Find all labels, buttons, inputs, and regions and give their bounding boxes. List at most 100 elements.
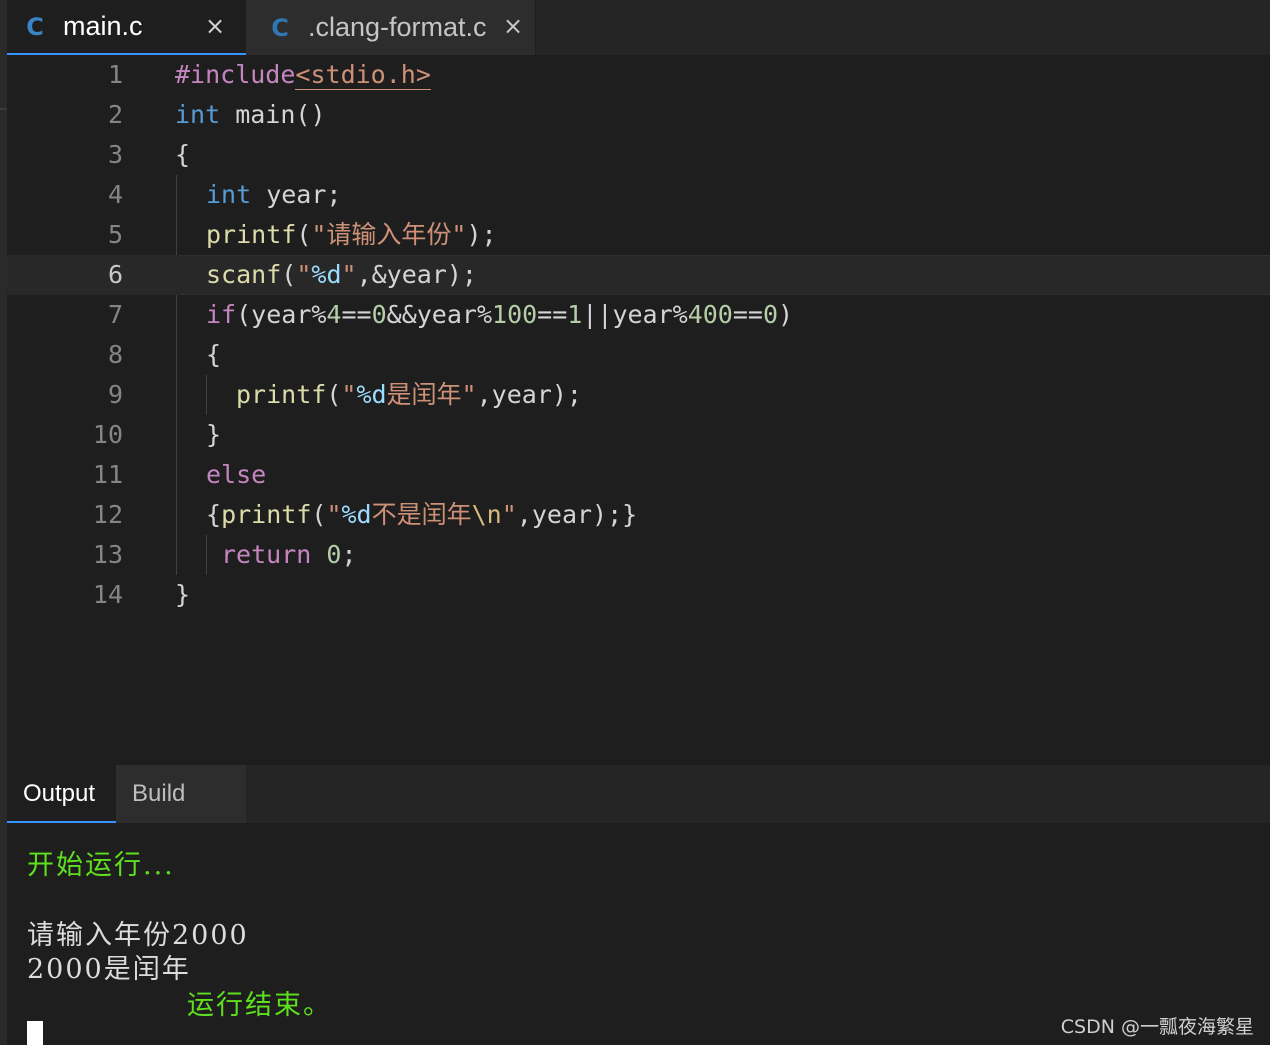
code-text: ) (778, 300, 794, 329)
number-literal: 1 (567, 300, 583, 329)
string-quote: " (501, 500, 517, 529)
code-text: ,year);} (516, 500, 638, 529)
string-literal: "请输入年份" (311, 220, 467, 249)
number-literal: 0 (371, 300, 387, 329)
close-icon[interactable]: × (205, 12, 225, 40)
watermark: CSDN @一瓢夜海繁星 (1060, 1016, 1254, 1038)
code-text: ( (296, 220, 312, 249)
line-number: 8 (107, 340, 123, 369)
tab-label: .clang-format.c (308, 12, 487, 42)
line-number: 5 (107, 220, 123, 249)
code-line-3[interactable]: 3 { (7, 135, 1270, 175)
format-specifier: %d (356, 380, 387, 409)
editor-tab-bar: C main.c × C .clang-format.c × (7, 0, 1270, 55)
terminal-cursor (27, 1021, 43, 1045)
c-language-icon: C (26, 12, 44, 41)
line-number: 2 (107, 100, 123, 129)
strip-marker (0, 108, 7, 110)
code-text: ,year); (476, 380, 582, 409)
number-literal: 0 (762, 300, 779, 329)
panel-tab-bar: Output Build Log (7, 765, 1270, 865)
preprocessor-directive: #include (175, 60, 296, 89)
output-result-line: 2000是闰年 (27, 954, 191, 985)
code-text: == (341, 300, 372, 329)
code-line-9[interactable]: 9 printf("%d是闰年",year); (7, 375, 1270, 415)
line-number: 12 (92, 500, 123, 529)
tab-clang-format-c[interactable]: C .clang-format.c × (246, 0, 536, 55)
tab-output[interactable]: Output (7, 765, 116, 823)
output-end-line: 运行结束。 (187, 990, 332, 1021)
code-text: == (732, 300, 763, 329)
code-text: == (537, 300, 568, 329)
code-line-1[interactable]: 1 #include<stdio.h> (7, 55, 1270, 95)
code-line-2[interactable]: 2 int main() (7, 95, 1270, 135)
type-keyword: int (175, 100, 221, 129)
format-specifier: %d (341, 500, 372, 529)
string-literal: 不是闰年 (371, 500, 472, 529)
string-literal: 是闰年" (386, 380, 477, 409)
code-text: { (175, 140, 191, 169)
code-line-8[interactable]: 8 { (7, 335, 1270, 375)
number-literal: 100 (492, 300, 538, 329)
line-number: 10 (92, 420, 123, 449)
c-language-icon: C (271, 13, 289, 42)
tab-label: main.c (63, 11, 143, 41)
code-text: { (206, 500, 222, 529)
string-quote: " (341, 380, 357, 409)
line-number: 11 (92, 460, 123, 489)
function-name: printf (236, 380, 327, 409)
close-icon[interactable]: × (503, 12, 523, 40)
code-text: ,&year); (356, 260, 477, 289)
code-line-7[interactable]: 7 if(year%4==0&&year%100==1||year%400==0… (7, 295, 1270, 335)
number-literal: 4 (326, 300, 342, 329)
tab-main-c[interactable]: C main.c × (7, 0, 246, 55)
function-name: scanf (206, 260, 282, 289)
code-text: ( (281, 260, 297, 289)
code-text: } (206, 420, 222, 449)
code-text: ); (466, 220, 497, 249)
number-literal: 0 (326, 540, 342, 569)
code-line-10[interactable]: 10 } (7, 415, 1270, 455)
include-header: <stdio.h> (295, 60, 431, 90)
code-line-6-current[interactable]: 6 scanf("%d",&year); (7, 255, 1270, 295)
code-line-13[interactable]: 13 return 0; (7, 535, 1270, 575)
code-text: year; (251, 180, 342, 209)
line-number: 4 (107, 180, 123, 209)
function-name: printf (221, 500, 312, 529)
code-text: } (175, 580, 191, 609)
code-line-11[interactable]: 11 else (7, 455, 1270, 495)
tab-build-log[interactable]: Build Log (116, 765, 246, 865)
escape-sequence: \n (471, 500, 502, 529)
code-text: &&year% (386, 300, 493, 329)
code-text: main() (220, 100, 326, 129)
line-number: 1 (107, 60, 123, 89)
code-text: (year% (236, 300, 327, 329)
control-keyword: else (206, 460, 267, 489)
line-number: 13 (92, 540, 123, 569)
function-name: printf (206, 220, 297, 249)
code-text: { (206, 340, 222, 369)
line-number: 3 (107, 140, 123, 169)
code-text: ||year% (582, 300, 688, 329)
code-editor[interactable]: 1 #include<stdio.h> 2 int main() 3 { 4 i… (7, 55, 1270, 765)
output-start-line: 开始运行... (27, 850, 175, 881)
number-literal: 400 (687, 300, 733, 329)
line-number: 7 (107, 300, 123, 329)
line-number: 14 (92, 580, 123, 609)
string-quote: " (296, 260, 312, 289)
code-text: ( (311, 500, 327, 529)
string-quote: " (326, 500, 342, 529)
format-specifier: %d (311, 260, 342, 289)
control-keyword: if (206, 300, 237, 329)
code-line-5[interactable]: 5 printf("请输入年份"); (7, 215, 1270, 255)
code-line-14[interactable]: 14 } (7, 575, 1270, 615)
code-line-12[interactable]: 12 {printf("%d不是闰年\n",year);} (7, 495, 1270, 535)
output-console[interactable]: 开始运行... 请输入年份2000 2000是闰年 运行结束。 CSDN @一瓢… (7, 823, 1270, 1045)
line-number: 9 (107, 380, 123, 409)
string-quote: " (341, 260, 357, 289)
code-text: ( (326, 380, 342, 409)
left-edge-strip (0, 0, 7, 1045)
code-line-4[interactable]: 4 int year; (7, 175, 1270, 215)
code-text: ; (341, 540, 357, 569)
